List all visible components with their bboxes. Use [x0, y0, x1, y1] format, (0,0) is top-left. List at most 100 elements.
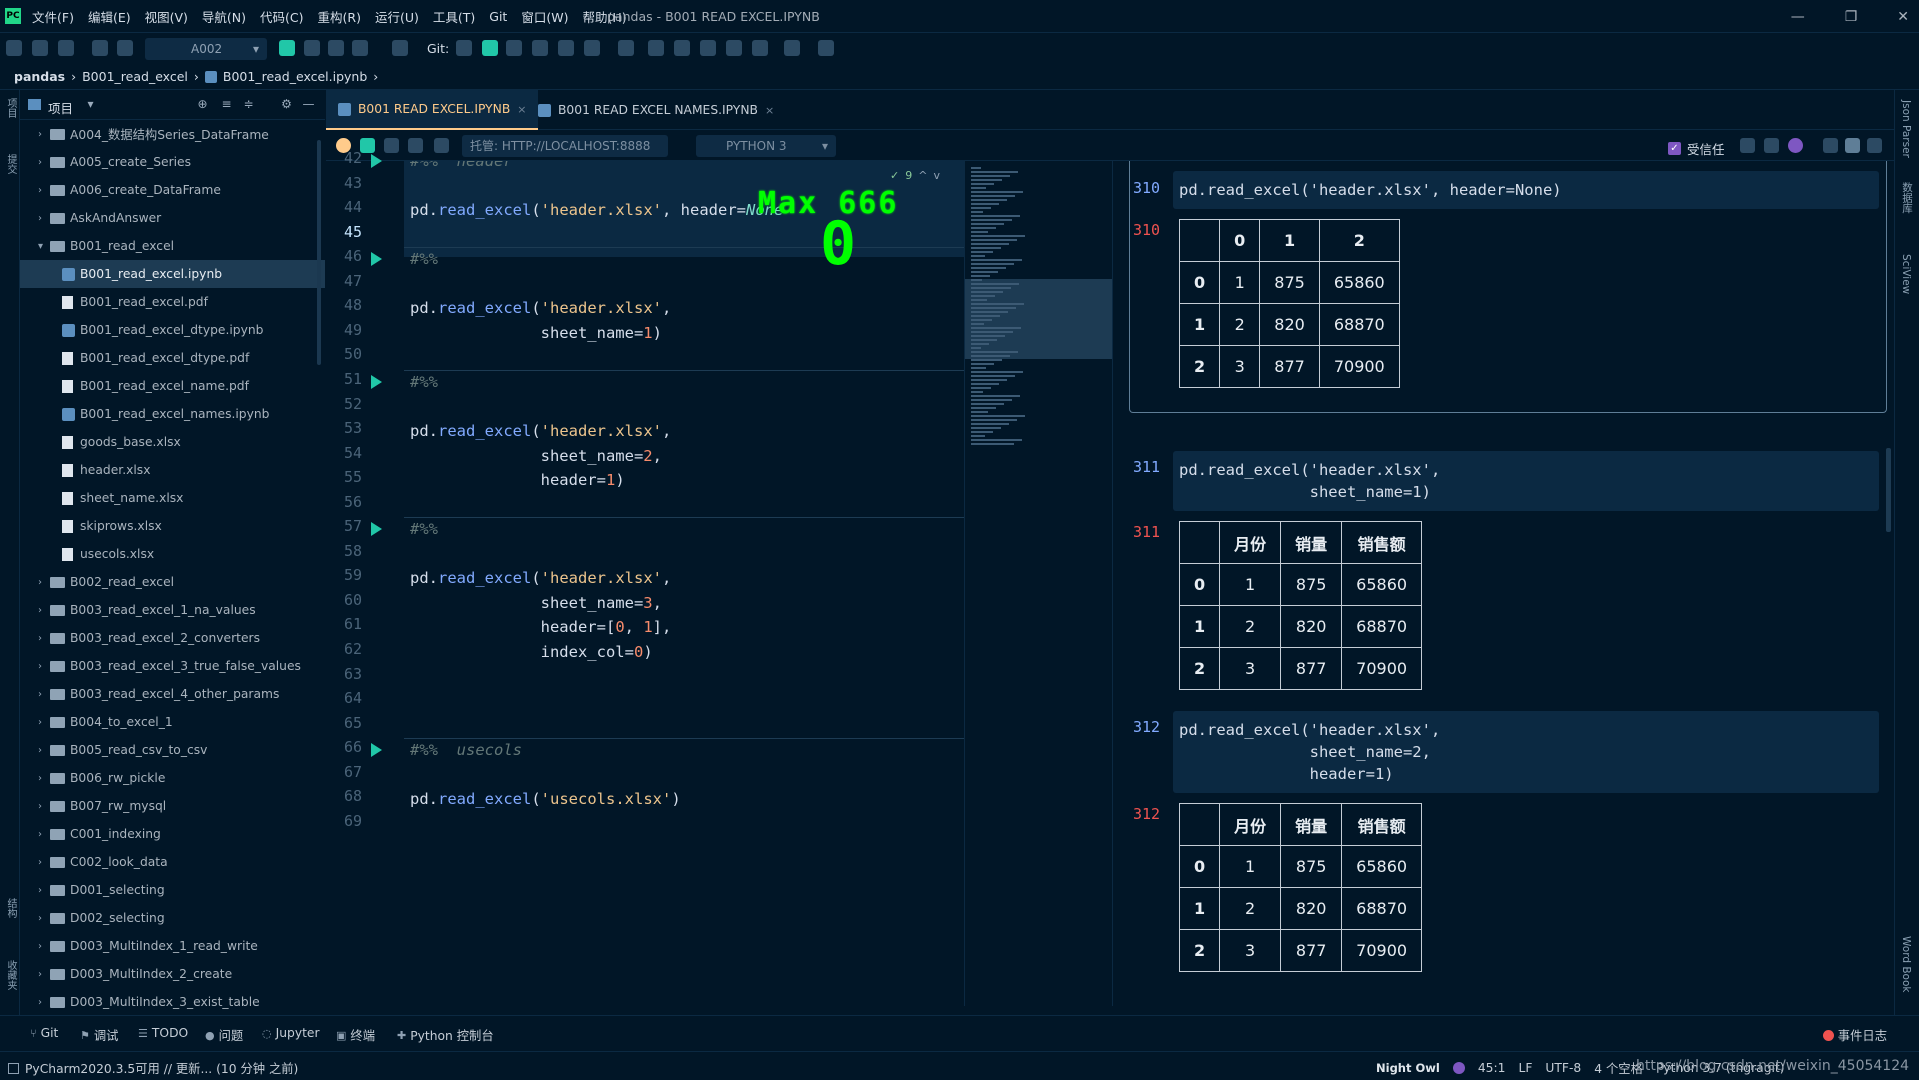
chevron-right-icon[interactable]: ›	[38, 577, 42, 588]
chevron-right-icon[interactable]: ›	[38, 213, 42, 224]
chevron-right-icon[interactable]: ›	[38, 857, 42, 868]
tree-file-item[interactable]: goods_base.xlsx	[20, 428, 325, 456]
run-config-select[interactable]: A002 ▾	[145, 38, 267, 60]
code-line[interactable]: pd.read_excel('header.xlsx',	[410, 295, 671, 321]
tree-file-item[interactable]: usecols.xlsx	[20, 540, 325, 568]
back-icon[interactable]	[92, 40, 108, 56]
code-line[interactable]: pd.read_excel('header.xlsx',	[410, 418, 671, 444]
export-icon[interactable]	[1740, 138, 1755, 153]
structure-tool-button[interactable]: 结构	[3, 898, 18, 918]
tree-file-item[interactable]: skiprows.xlsx	[20, 512, 325, 540]
chevron-right-icon[interactable]: ›	[38, 829, 42, 840]
inspection-widget[interactable]: ✓ 9 ^ v	[890, 166, 958, 184]
json-parser-tool-button[interactable]: Json Parser	[1900, 100, 1912, 158]
code-editor[interactable]: #%% header pd.read_excel('header.xlsx', h…	[404, 161, 964, 1006]
inspect-icon[interactable]	[784, 40, 800, 56]
chevron-up-icon[interactable]: ^	[918, 169, 927, 182]
breadcrumb-project[interactable]: pandas	[14, 69, 65, 84]
translate-icon[interactable]	[818, 40, 834, 56]
search-icon[interactable]	[648, 40, 664, 56]
code-line[interactable]: #%%	[410, 246, 438, 272]
tree-folder-item[interactable]: › B002_read_excel	[20, 568, 325, 596]
tree-folder-item[interactable]: › AskAndAnswer	[20, 204, 325, 232]
run-all-icon[interactable]	[360, 138, 375, 153]
python-console-tool-button[interactable]: ✚ Python 控制台	[397, 1026, 494, 1044]
coverage-icon[interactable]	[328, 40, 344, 56]
problems-tool-button[interactable]: ● 问题	[205, 1026, 243, 1044]
tree-file-item[interactable]: B001_read_excel_dtype.ipynb	[20, 316, 325, 344]
output-cell[interactable]: 311 pd.read_excel('header.xlsx', sheet_na…	[1121, 429, 1881, 690]
menu-item[interactable]: Git	[489, 9, 507, 24]
tree-folder-item[interactable]: › B003_read_excel_4_other_params	[20, 680, 325, 708]
locate-icon[interactable]: ⊕	[196, 98, 209, 111]
run-cell-icon[interactable]	[371, 522, 382, 537]
run-cell-icon[interactable]	[371, 154, 382, 168]
todo-tool-button[interactable]: ☰ TODO	[138, 1026, 188, 1040]
commit-tool-button[interactable]: 提交	[3, 154, 18, 174]
tree-folder-item[interactable]: › D003_MultiIndex_1_read_write	[20, 932, 325, 960]
tree-folder-item[interactable]: ▾ B001_read_excel	[20, 232, 325, 260]
code-line[interactable]: pd.read_excel('header.xlsx', header=None	[410, 197, 783, 223]
chevron-right-icon[interactable]: ›	[38, 605, 42, 616]
tree-folder-item[interactable]: › C002_look_data	[20, 848, 325, 876]
run-cell-icon[interactable]	[371, 743, 382, 758]
code-line[interactable]: #%% header	[410, 161, 513, 174]
tree-folder-item[interactable]: › D003_MultiIndex_2_create	[20, 960, 325, 988]
interpreter-select[interactable]: PYTHON 3 ▾	[696, 135, 836, 157]
code-line[interactable]: header=[0, 1],	[410, 614, 672, 640]
sync-icon[interactable]	[58, 40, 74, 56]
jupyter-icon[interactable]	[1788, 138, 1803, 153]
breadcrumb-file[interactable]: B001_read_excel.ipynb	[223, 69, 367, 84]
menu-item[interactable]: 重构(R)	[318, 7, 361, 26]
tree-folder-item[interactable]: › B003_read_excel_1_na_values	[20, 596, 325, 624]
code-line[interactable]: #%%	[410, 369, 438, 395]
tree-folder-item[interactable]: › D001_selecting	[20, 876, 325, 904]
open-folder-icon[interactable]	[6, 40, 22, 56]
event-log-button[interactable]: 事件日志	[1822, 1026, 1887, 1044]
code-line[interactable]: #%%	[410, 516, 438, 542]
tree-folder-item[interactable]: › D002_selecting	[20, 904, 325, 932]
variables-icon[interactable]	[434, 138, 449, 153]
chevron-right-icon[interactable]: ›	[38, 633, 42, 644]
tree-file-item[interactable]: B001_read_excel.pdf	[20, 288, 325, 316]
tree-folder-item[interactable]: › C001_indexing	[20, 820, 325, 848]
menu-item[interactable]: 窗口(W)	[521, 7, 568, 26]
code-line[interactable]: pd.read_excel('usecols.xlsx')	[410, 786, 681, 812]
git-update-icon[interactable]	[456, 40, 472, 56]
debug-tool-button[interactable]: ⚑ 调试	[80, 1026, 118, 1044]
layout-icon[interactable]	[700, 40, 716, 56]
project-tool-button[interactable]: 项目	[3, 98, 18, 118]
close-window-button[interactable]: ✕	[1897, 9, 1909, 25]
tree-folder-item[interactable]: › B007_rw_mysql	[20, 792, 325, 820]
code-with-me-icon[interactable]	[726, 40, 742, 56]
database-tool-button[interactable]: 数据库	[1900, 182, 1915, 214]
tree-file-item[interactable]: header.xlsx	[20, 456, 325, 484]
profile-icon[interactable]	[352, 40, 368, 56]
preview-only-icon[interactable]	[1867, 138, 1882, 153]
git-commit-icon[interactable]	[482, 40, 498, 56]
chevron-right-icon[interactable]: ›	[38, 661, 42, 672]
tree-folder-item[interactable]: › A006_create_DataFrame	[20, 176, 325, 204]
chevron-down-icon[interactable]: ▾	[38, 241, 43, 252]
chevron-right-icon[interactable]: ›	[38, 941, 42, 952]
gear-icon[interactable]: ⚙	[280, 98, 293, 111]
tree-folder-item[interactable]: › A005_create_Series	[20, 148, 325, 176]
chevron-right-icon[interactable]: ›	[38, 689, 42, 700]
tree-file-item[interactable]: B001_read_excel.ipynb	[20, 260, 325, 288]
tree-folder-item[interactable]: › A004_数据结构Series_DataFrame	[20, 120, 325, 148]
close-tab-icon[interactable]: ×	[765, 104, 774, 117]
chevron-right-icon[interactable]: ›	[38, 801, 42, 812]
status-message[interactable]: PyCharm2020.3.5可用 // 更新... (10 分钟 之前)	[8, 1059, 298, 1077]
filter-icon[interactable]	[1764, 138, 1779, 153]
tree-folder-item[interactable]: › D003_MultiIndex_3_exist_table	[20, 988, 325, 1015]
chevron-right-icon[interactable]: ›	[38, 717, 42, 728]
terminal-tool-button[interactable]: ▣ 终端	[336, 1026, 375, 1044]
chevron-down-icon[interactable]: v	[933, 169, 940, 182]
tree-folder-item[interactable]: › B003_read_excel_2_converters	[20, 624, 325, 652]
menu-item[interactable]: 视图(V)	[145, 7, 188, 26]
save-all-icon[interactable]	[32, 40, 48, 56]
tree-file-item[interactable]: sheet_name.xlsx	[20, 484, 325, 512]
code-line[interactable]: index_col=0)	[410, 639, 653, 665]
menu-item[interactable]: 文件(F)	[32, 7, 74, 26]
tree-file-item[interactable]: B001_read_excel_name.pdf	[20, 372, 325, 400]
